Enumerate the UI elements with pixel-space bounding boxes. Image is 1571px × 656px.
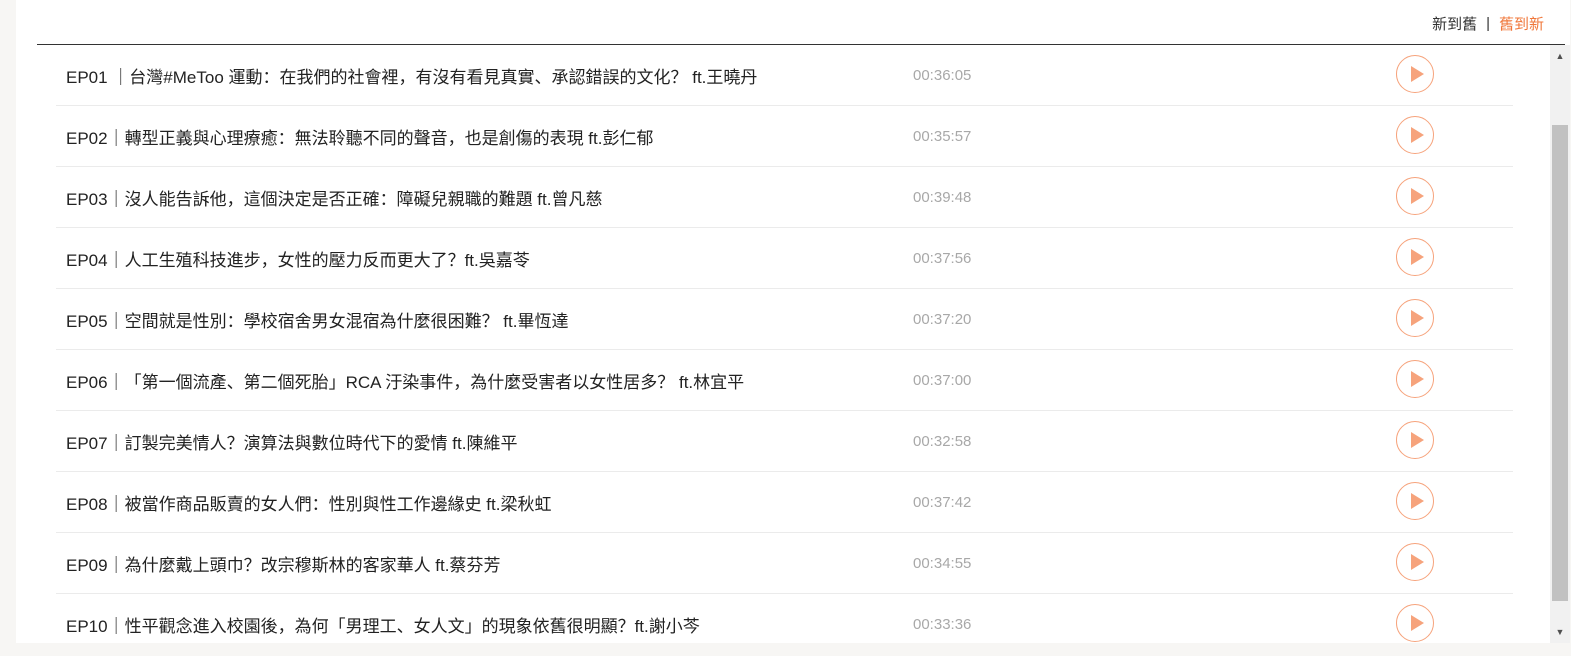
episode-duration: 00:32:58 xyxy=(913,432,972,450)
play-button[interactable] xyxy=(1396,55,1434,93)
episode-title[interactable]: EP10｜性平觀念進入校園後，為何「男理工、女人文」的現象依舊很明顯？ft.謝小… xyxy=(66,612,700,637)
scroll-up-arrow-icon[interactable]: ▲ xyxy=(1550,48,1570,64)
episode-duration: 00:37:20 xyxy=(913,310,972,328)
episode-title[interactable]: EP04｜人工生殖科技進步，女性的壓力反而更大了？ft.吳嘉苓 xyxy=(66,246,530,271)
scrollbar[interactable]: ▲ ▼ xyxy=(1550,45,1570,643)
episode-title[interactable]: EP02｜轉型正義與心理療癒：無法聆聽不同的聲音，也是創傷的表現 ft.彭仁郁 xyxy=(66,124,653,149)
play-icon xyxy=(1410,310,1424,326)
episode-row[interactable]: EP08｜被當作商品販賣的女人們：性別與性工作邊緣史 ft.梁秋虹 00:37:4… xyxy=(56,472,1513,533)
play-icon xyxy=(1410,371,1424,387)
play-button[interactable] xyxy=(1396,238,1434,276)
play-button[interactable] xyxy=(1396,299,1434,337)
play-button[interactable] xyxy=(1396,604,1434,642)
episode-duration: 00:35:57 xyxy=(913,127,972,145)
play-icon xyxy=(1410,127,1424,143)
play-button[interactable] xyxy=(1396,360,1434,398)
play-button[interactable] xyxy=(1396,177,1434,215)
scroll-down-arrow-icon[interactable]: ▼ xyxy=(1550,624,1570,640)
episode-duration: 00:37:42 xyxy=(913,493,972,511)
sort-separator: | xyxy=(1486,15,1490,32)
episode-row[interactable]: EP03｜沒人能告訴他，這個決定是否正確：障礙兒親職的難題 ft.曾凡慈 00:3… xyxy=(56,167,1513,228)
play-button[interactable] xyxy=(1396,421,1434,459)
episode-title[interactable]: EP03｜沒人能告訴他，這個決定是否正確：障礙兒親職的難題 ft.曾凡慈 xyxy=(66,185,602,210)
play-icon xyxy=(1410,249,1424,265)
episode-title[interactable]: EP01 ｜台灣#MeToo 運動：在我們的社會裡，有沒有看見真實、承認錯誤的文… xyxy=(66,63,757,88)
play-icon xyxy=(1410,432,1424,448)
sort-new-to-old[interactable]: 新到舊 xyxy=(1432,13,1477,34)
play-button[interactable] xyxy=(1396,543,1434,581)
episode-duration: 00:36:05 xyxy=(913,66,972,84)
episode-title[interactable]: EP07｜訂製完美情人？演算法與數位時代下的愛情 ft.陳維平 xyxy=(66,429,517,454)
episode-list: EP01 ｜台灣#MeToo 運動：在我們的社會裡，有沒有看見真實、承認錯誤的文… xyxy=(56,45,1513,643)
episode-row[interactable]: EP01 ｜台灣#MeToo 運動：在我們的社會裡，有沒有看見真實、承認錯誤的文… xyxy=(56,45,1513,106)
sort-toggle: 新到舊 | 舊到新 xyxy=(1432,13,1544,34)
play-icon xyxy=(1410,554,1424,570)
episode-duration: 00:37:56 xyxy=(913,249,972,267)
episode-panel: 新到舊 | 舊到新 EP01 ｜台灣#MeToo 運動：在我們的社會裡，有沒有看… xyxy=(16,0,1570,643)
play-button[interactable] xyxy=(1396,482,1434,520)
play-icon xyxy=(1410,66,1424,82)
episode-title[interactable]: EP09｜為什麼戴上頭巾？改宗穆斯林的客家華人 ft.蔡芬芳 xyxy=(66,551,500,576)
sort-old-to-new[interactable]: 舊到新 xyxy=(1499,13,1544,34)
play-icon xyxy=(1410,493,1424,509)
episode-row[interactable]: EP06｜「第一個流產、第二個死胎」RCA 汙染事件，為什麼受害者以女性居多？ … xyxy=(56,350,1513,411)
episode-duration: 00:33:36 xyxy=(913,615,972,633)
play-icon xyxy=(1410,615,1424,631)
episode-row[interactable]: EP05｜空間就是性別：學校宿舍男女混宿為什麼很困難？ ft.畢恆達 00:37:… xyxy=(56,289,1513,350)
episode-row[interactable]: EP09｜為什麼戴上頭巾？改宗穆斯林的客家華人 ft.蔡芬芳 00:34:55 xyxy=(56,533,1513,594)
episode-row[interactable]: EP10｜性平觀念進入校園後，為何「男理工、女人文」的現象依舊很明顯？ft.謝小… xyxy=(56,594,1513,643)
episode-title[interactable]: EP08｜被當作商品販賣的女人們：性別與性工作邊緣史 ft.梁秋虹 xyxy=(66,490,551,515)
play-icon xyxy=(1410,188,1424,204)
play-button[interactable] xyxy=(1396,116,1434,154)
episode-duration: 00:34:55 xyxy=(913,554,972,572)
episode-row[interactable]: EP07｜訂製完美情人？演算法與數位時代下的愛情 ft.陳維平 00:32:58 xyxy=(56,411,1513,472)
episode-duration: 00:37:00 xyxy=(913,371,972,389)
episode-duration: 00:39:48 xyxy=(913,188,972,206)
episode-title[interactable]: EP06｜「第一個流產、第二個死胎」RCA 汙染事件，為什麼受害者以女性居多？ … xyxy=(66,368,744,393)
scrollbar-thumb[interactable] xyxy=(1552,125,1568,601)
episode-title[interactable]: EP05｜空間就是性別：學校宿舍男女混宿為什麼很困難？ ft.畢恆達 xyxy=(66,307,568,332)
episode-row[interactable]: EP04｜人工生殖科技進步，女性的壓力反而更大了？ft.吳嘉苓 00:37:56 xyxy=(56,228,1513,289)
episode-row[interactable]: EP02｜轉型正義與心理療癒：無法聆聽不同的聲音，也是創傷的表現 ft.彭仁郁 0… xyxy=(56,106,1513,167)
